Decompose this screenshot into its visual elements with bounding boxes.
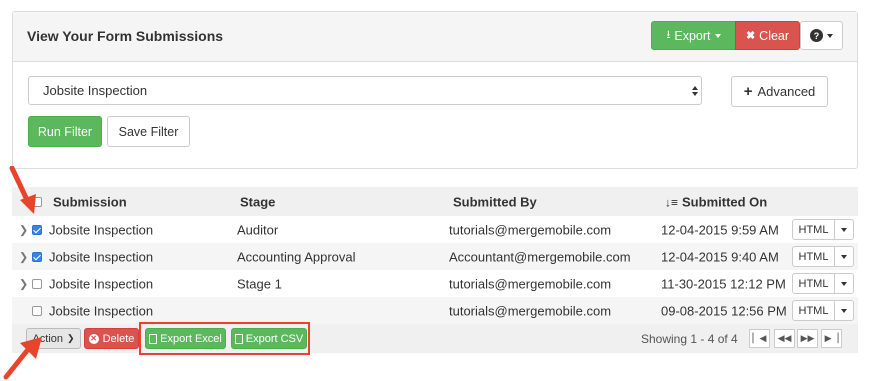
cell-submitted-on: 09-08-2015 12:56 PM — [661, 303, 787, 318]
html-dropdown-toggle[interactable] — [834, 219, 854, 240]
cell-submitted-by: tutorials@mergemobile.com — [449, 222, 612, 237]
cell-submitted-by: tutorials@mergemobile.com — [449, 303, 612, 318]
chevron-down-icon — [841, 254, 847, 259]
cell-submitted-on: 12-04-2015 9:40 AM — [661, 249, 779, 264]
cell-submission: Jobsite Inspection — [49, 249, 154, 264]
filter-panel: View Your Form Submissions ⭳ Export ✖ Cl… — [12, 11, 858, 169]
save-filter-button[interactable]: Save Filter — [107, 116, 190, 147]
export-dropdown-button[interactable]: ⭳ Export — [651, 21, 736, 50]
chevron-down-icon — [714, 33, 721, 38]
html-dropdown-toggle[interactable] — [834, 300, 854, 321]
question-icon: ? — [810, 29, 823, 42]
row-checkbox[interactable] — [32, 224, 42, 235]
html-button[interactable]: HTML — [792, 300, 835, 321]
html-button[interactable]: HTML — [792, 219, 835, 240]
header-submitted-by[interactable]: Submitted By — [453, 194, 537, 209]
x-icon: ✖ — [745, 30, 756, 42]
html-dropdown-toggle[interactable] — [834, 246, 854, 267]
first-page-icon[interactable]: ▏◀ — [749, 329, 770, 348]
page-title: View Your Form Submissions — [27, 28, 224, 44]
run-filter-button[interactable]: Run Filter — [28, 116, 102, 147]
table-row[interactable]: Jobsite Inspection tutorials@mergemobile… — [12, 297, 858, 324]
cell-submitted-on: 12-04-2015 9:59 AM — [661, 222, 779, 237]
plus-icon: + — [743, 83, 753, 100]
row-checkbox[interactable] — [32, 278, 42, 289]
cell-submission: Jobsite Inspection — [49, 222, 154, 237]
cell-submitted-by: Accountant@mergemobile.com — [449, 249, 631, 264]
download-icon: ⭳ — [666, 29, 671, 41]
clear-button[interactable]: ✖ Clear — [735, 21, 800, 50]
help-dropdown-button[interactable]: ? — [800, 21, 843, 50]
table-row[interactable]: ❯ Jobsite Inspection Auditor tutorials@m… — [12, 216, 858, 243]
row-checkbox[interactable] — [32, 251, 42, 262]
header-submitted-on-label: Submitted On — [682, 194, 768, 209]
chevron-right-icon[interactable]: ❯ — [19, 277, 28, 290]
cell-stage: Auditor — [237, 222, 279, 237]
header-stage[interactable]: Stage — [240, 194, 275, 209]
cell-submission: Jobsite Inspection — [49, 303, 154, 318]
sort-icon: ↓≡ — [665, 195, 679, 209]
table-row[interactable]: ❯ Jobsite Inspection Accounting Approval… — [12, 243, 858, 270]
delete-label: Delete — [102, 332, 135, 345]
annotation-arrow-icon — [9, 166, 36, 214]
last-page-icon[interactable]: ▶▕ — [821, 329, 842, 348]
clear-label: Clear — [759, 28, 790, 43]
advanced-button[interactable]: + Advanced — [731, 76, 828, 107]
annotation-arrow-icon — [3, 337, 42, 380]
cell-stage: Accounting Approval — [237, 249, 356, 264]
advanced-label: Advanced — [757, 84, 816, 99]
prev-page-icon[interactable]: ◀◀ — [774, 329, 795, 348]
chevron-down-icon — [841, 308, 847, 313]
cell-submission: Jobsite Inspection — [49, 276, 154, 291]
form-select[interactable]: Jobsite Inspection — [28, 76, 702, 105]
cell-stage: Stage 1 — [237, 276, 282, 291]
chevron-right-icon: ❯ — [67, 333, 75, 343]
chevron-right-icon[interactable]: ❯ — [19, 250, 28, 263]
export-label: Export — [674, 28, 711, 43]
table-header: Submission Stage Submitted By ↓≡ Submitte… — [12, 187, 858, 216]
html-button[interactable]: HTML — [792, 273, 835, 294]
panel-header: View Your Form Submissions ⭳ Export ✖ Cl… — [13, 12, 857, 62]
pagination-summary: Showing 1 - 4 of 4 — [641, 332, 738, 346]
chevron-right-icon[interactable]: ❯ — [19, 223, 28, 236]
chevron-down-icon — [827, 33, 833, 38]
table-footer: Action ❯ ✕ Delete Export Excel Export CS… — [12, 322, 858, 355]
delete-button[interactable]: ✕ Delete — [84, 328, 139, 349]
header-submission[interactable]: Submission — [53, 194, 127, 209]
header-submitted-on[interactable]: ↓≡ Submitted On — [665, 194, 767, 209]
submissions-table: Submission Stage Submitted By ↓≡ Submitte… — [12, 187, 858, 355]
row-checkbox[interactable] — [32, 305, 42, 316]
html-dropdown-toggle[interactable] — [834, 273, 854, 294]
chevron-down-icon — [841, 227, 847, 232]
chevron-down-icon — [841, 281, 847, 286]
cell-submitted-on: 11-30-2015 12:12 PM — [661, 276, 786, 291]
table-row[interactable]: ❯ Jobsite Inspection Stage 1 tutorials@m… — [12, 270, 858, 297]
cell-submitted-by: tutorials@mergemobile.com — [449, 276, 612, 291]
delete-circle-icon: ✕ — [88, 333, 99, 344]
html-button[interactable]: HTML — [792, 246, 835, 267]
form-select-value: Jobsite Inspection — [43, 83, 148, 98]
select-arrows-icon — [690, 84, 699, 98]
next-page-icon[interactable]: ▶▶ — [797, 329, 818, 348]
export-highlight-box — [139, 322, 310, 355]
